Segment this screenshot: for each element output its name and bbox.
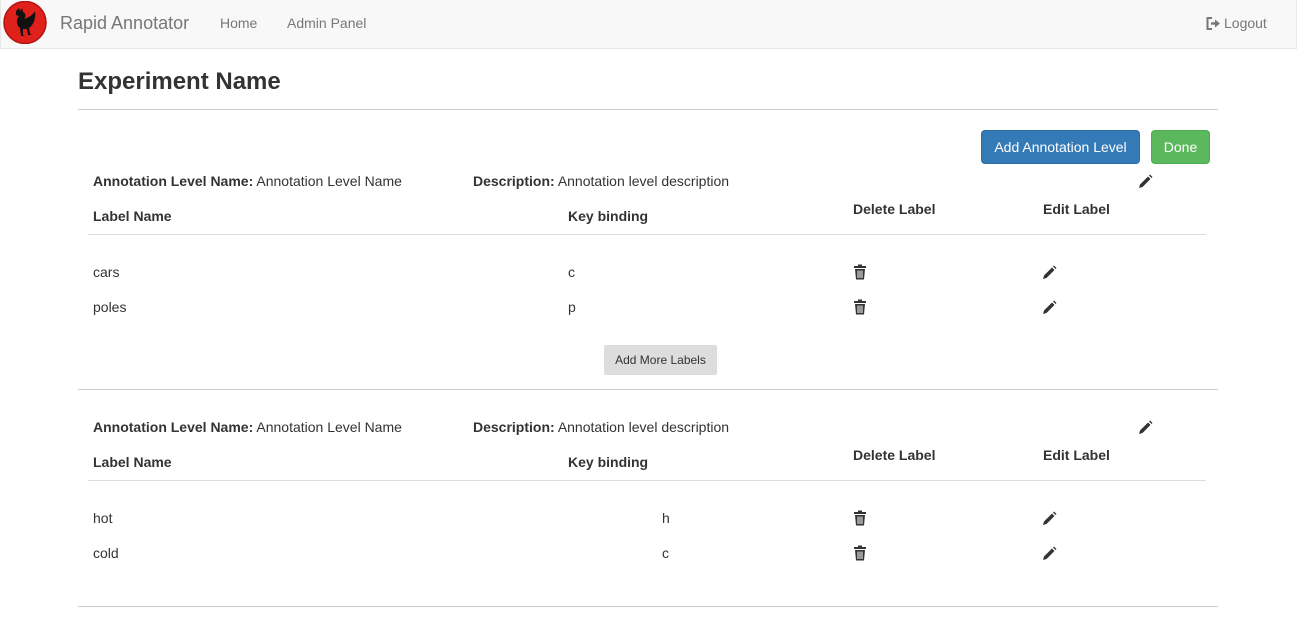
divider <box>78 109 1218 110</box>
done-button[interactable]: Done <box>1151 130 1210 164</box>
logout-link[interactable]: Logout <box>1206 15 1267 31</box>
table-divider <box>88 480 1206 481</box>
key-binding-cell: h <box>662 510 670 526</box>
trash-icon[interactable] <box>852 545 868 561</box>
logout-icon <box>1206 16 1220 30</box>
pencil-icon[interactable] <box>1137 174 1153 190</box>
label-name-cell: cars <box>93 264 120 280</box>
header-delete-label: Delete Label <box>853 201 936 217</box>
pencil-icon[interactable] <box>1137 420 1153 436</box>
pencil-icon[interactable] <box>1041 300 1057 316</box>
level-description-label: Description: <box>473 173 555 189</box>
divider <box>78 606 1218 607</box>
key-binding-cell: c <box>568 264 575 280</box>
trash-icon[interactable] <box>852 264 868 280</box>
key-binding-cell: p <box>568 299 576 315</box>
label-name-cell: poles <box>93 299 127 315</box>
key-binding-cell: c <box>662 545 669 561</box>
header-edit-label: Edit Label <box>1043 201 1110 217</box>
level-description-label: Description: <box>473 419 555 435</box>
header-delete-label: Delete Label <box>853 447 936 463</box>
trash-icon[interactable] <box>852 510 868 526</box>
add-more-labels-button[interactable]: Add More Labels <box>604 345 717 375</box>
level-description: Description: Annotation level descriptio… <box>473 173 729 189</box>
nav-home[interactable]: Home <box>220 15 257 31</box>
pencil-icon[interactable] <box>1041 265 1057 281</box>
header-key-binding: Key binding <box>568 454 649 470</box>
pencil-icon[interactable] <box>1041 546 1057 562</box>
level-description-value: Annotation level description <box>557 419 730 435</box>
level-name: Annotation Level Name: Annotation Level … <box>93 419 402 435</box>
header-key-binding: Key binding <box>568 208 649 224</box>
header-label-name: Label Name <box>93 454 172 470</box>
level-description: Description: Annotation level descriptio… <box>473 419 729 435</box>
level-name-label: Annotation Level Name: <box>93 173 254 189</box>
brand-name[interactable]: Rapid Annotator <box>60 13 189 34</box>
label-name-cell: hot <box>93 510 113 526</box>
navbar: Rapid Annotator Home Admin Panel Logout <box>0 0 1297 49</box>
level-name-label: Annotation Level Name: <box>93 419 254 435</box>
level-name: Annotation Level Name: Annotation Level … <box>93 173 402 189</box>
divider <box>78 389 1218 390</box>
level-description-value: Annotation level description <box>557 173 730 189</box>
header-label-name: Label Name <box>93 208 172 224</box>
add-annotation-level-button[interactable]: Add Annotation Level <box>981 130 1140 164</box>
label-name-cell: cold <box>93 545 119 561</box>
trash-icon[interactable] <box>852 299 868 315</box>
table-divider <box>88 234 1206 235</box>
pencil-icon[interactable] <box>1041 511 1057 527</box>
header-edit-label: Edit Label <box>1043 447 1110 463</box>
nav-admin-panel[interactable]: Admin Panel <box>287 15 366 31</box>
level-name-value: Annotation Level Name <box>256 419 402 435</box>
logout-label: Logout <box>1224 15 1267 31</box>
page-title: Experiment Name <box>78 68 281 95</box>
level-name-value: Annotation Level Name <box>256 173 402 189</box>
rooster-logo-icon[interactable] <box>2 1 48 44</box>
